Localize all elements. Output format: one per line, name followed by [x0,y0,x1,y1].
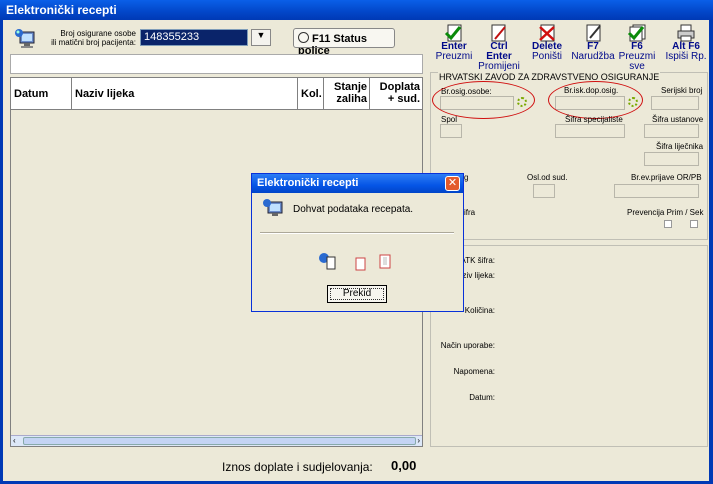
patient-number-input[interactable]: 148355233 [140,29,248,46]
patient-dropdown-button[interactable]: ▼ [251,29,271,46]
summary-label: Iznos doplate i sudjelovanja: [222,460,373,474]
col-header-kol[interactable]: Kol. [298,78,324,110]
sifra-specijaliste-label: Šifra specijaliste [565,115,623,124]
patient-number-label: Broj osigurane osobe ili matični broj pa… [51,29,136,47]
sifra-ljecnika-field[interactable] [644,152,699,166]
osl-od-sud-field[interactable] [533,184,555,198]
narudzba-button[interactable]: F7 Narudžba [571,24,615,64]
edit-document-icon [491,24,506,42]
window-border-left [0,20,3,484]
promijeni-button[interactable]: Ctrl Enter Promijeni [477,24,521,72]
dialog-separator [260,232,454,234]
printer-icon [677,24,695,42]
col-header-stanje[interactable]: Stanje zaliha [324,78,370,110]
sifra-ljecnika-label: Šifra liječnika [656,142,704,151]
status-police-button[interactable]: F11 Status police [293,28,395,57]
globe-icon [298,32,309,43]
col-header-naziv[interactable]: Naziv lijeka [72,78,298,110]
highlight-ellipse [432,81,535,119]
datum-label: Datum: [469,393,495,402]
highlight-ellipse-2 [548,81,643,119]
summary-value: 0,00 [391,458,417,473]
nacin-uporabe-label: Način uporabe: [440,341,495,350]
br-ev-prijave-field[interactable] [614,184,699,198]
preuzmi-button[interactable]: Enter Preuzmi [432,24,476,64]
prevencija-prim-checkbox[interactable] [664,220,672,228]
scroll-left-icon[interactable]: ‹ [13,436,16,445]
dialog-title: Elektronički recepti [252,174,463,193]
serijski-label: Serijski broj [661,86,703,95]
sifra-partial-label: ifra [464,208,476,217]
prevencija-sek-checkbox[interactable] [690,220,698,228]
chevron-down-icon: ▼ [256,30,266,40]
grid-horizontal-scrollbar[interactable]: ‹ › [11,435,422,446]
spol-field[interactable] [440,124,462,138]
sifra-ustanove-field[interactable] [644,124,699,138]
br-ev-prijave-label: Br.ev.prijave OR/PB [631,173,702,182]
scrollbar-thumb[interactable] [23,437,416,445]
spol-label: Spol [441,115,458,124]
dialog-computer-icon [262,198,286,223]
window-title: Elektronički recepti [6,3,117,17]
dialog-message: Dohvat podataka recepata. [293,204,414,215]
sifra-specijaliste-field[interactable] [555,124,625,138]
window-border-right [709,20,713,484]
patient-computer-icon [14,28,38,50]
window-titlebar: Elektronički recepti [0,0,713,20]
g-partial-label: g [464,173,469,182]
delete-document-icon [539,24,555,42]
scroll-right-icon[interactable]: › [417,436,420,445]
check-document-icon [444,24,462,42]
col-header-datum[interactable]: Datum [11,78,72,110]
check-all-documents-icon [627,24,646,42]
napomena-label: Napomena: [453,367,495,376]
transfer-animation-icon [318,252,398,275]
order-edit-icon [586,24,601,42]
loading-dialog: Elektronički recepti ✕ Dohvat podataka r… [251,173,464,312]
close-icon[interactable]: ✕ [445,176,460,191]
preuzmi-sve-button[interactable]: F6 Preuzmi sve [615,24,659,72]
sifra-ustanove-label: Šifra ustanove [652,115,704,124]
osl-od-sud-label: Osl.od sud. [527,173,568,182]
prevencija-label: Prevencija Prim / Sek [627,208,704,217]
serijski-field[interactable] [651,96,699,110]
col-header-doplata[interactable]: Doplata + sud. [370,78,422,110]
prekid-button[interactable]: Prekid [327,285,387,303]
grid-header: Datum Naziv lijeka Kol. Stanje zaliha Do… [11,78,422,110]
ponisti-button[interactable]: Delete Poništi [525,24,569,64]
ispisi-button[interactable]: Alt F6 Ispiši Rp. [664,24,708,64]
patient-info-bar [10,54,423,74]
